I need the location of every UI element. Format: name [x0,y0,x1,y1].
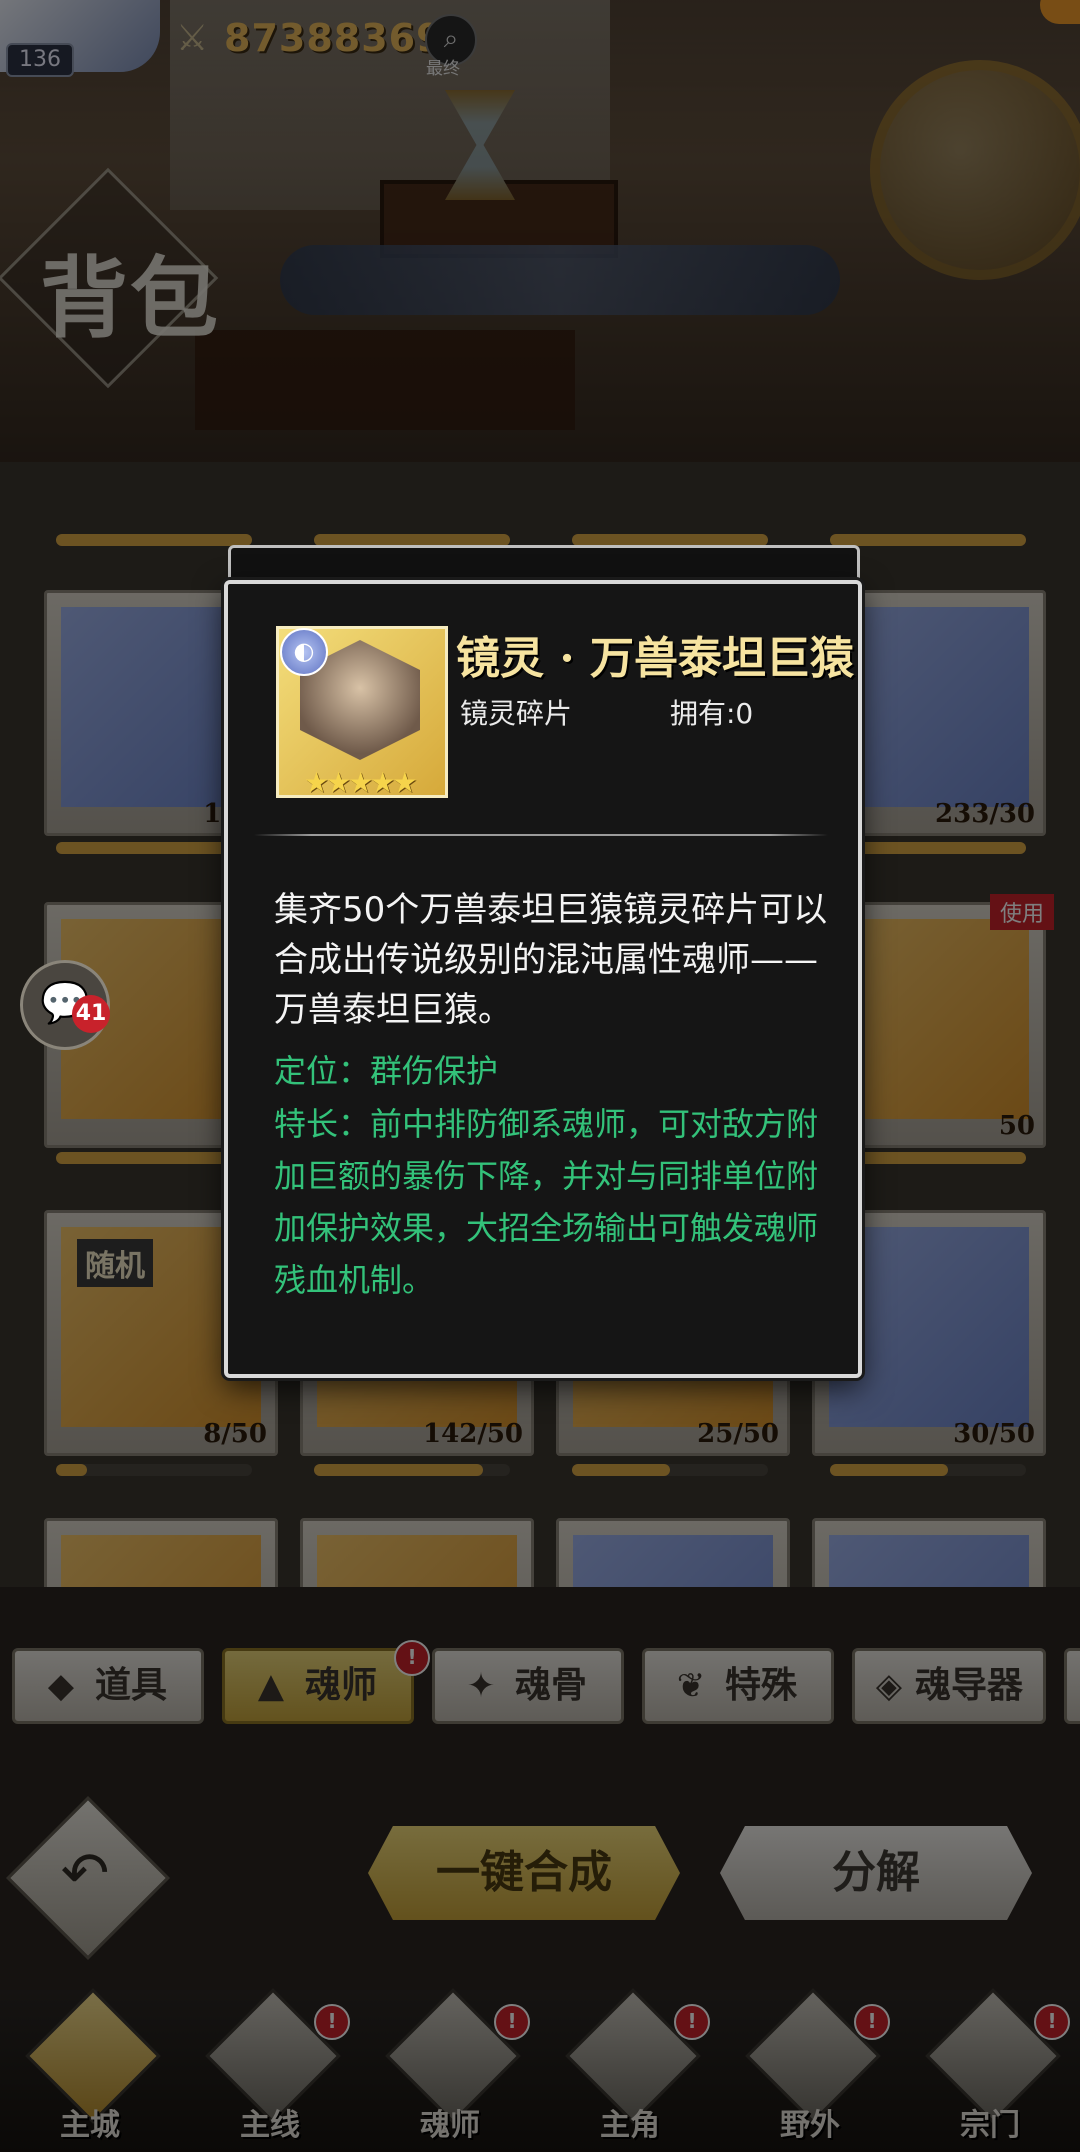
item-type: 镜灵碎片 [460,697,573,730]
item-name: 镜灵 · 万兽泰坦巨猿 [456,633,854,684]
item-specialty: 特长：前中排防御系魂师，可对敌方附加巨额的暴伤下降，并对与同排单位附加保护效果，… [274,1105,819,1299]
item-description: 集齐50个万兽泰坦巨猿镜灵碎片可以合成出传说级别的混沌属性魂师——万兽泰坦巨猿。 [274,890,828,1030]
modal-divider [254,834,828,836]
item-owned-count: 拥有:0 [670,697,754,730]
star-rating: ★★★★★ [304,766,418,799]
item-position: 定位：群伤保护 [274,1052,499,1090]
chat-unread-badge: 41 [72,995,110,1033]
modal-back-panel [228,545,860,584]
chaos-attribute-icon: ◐ [280,628,328,676]
